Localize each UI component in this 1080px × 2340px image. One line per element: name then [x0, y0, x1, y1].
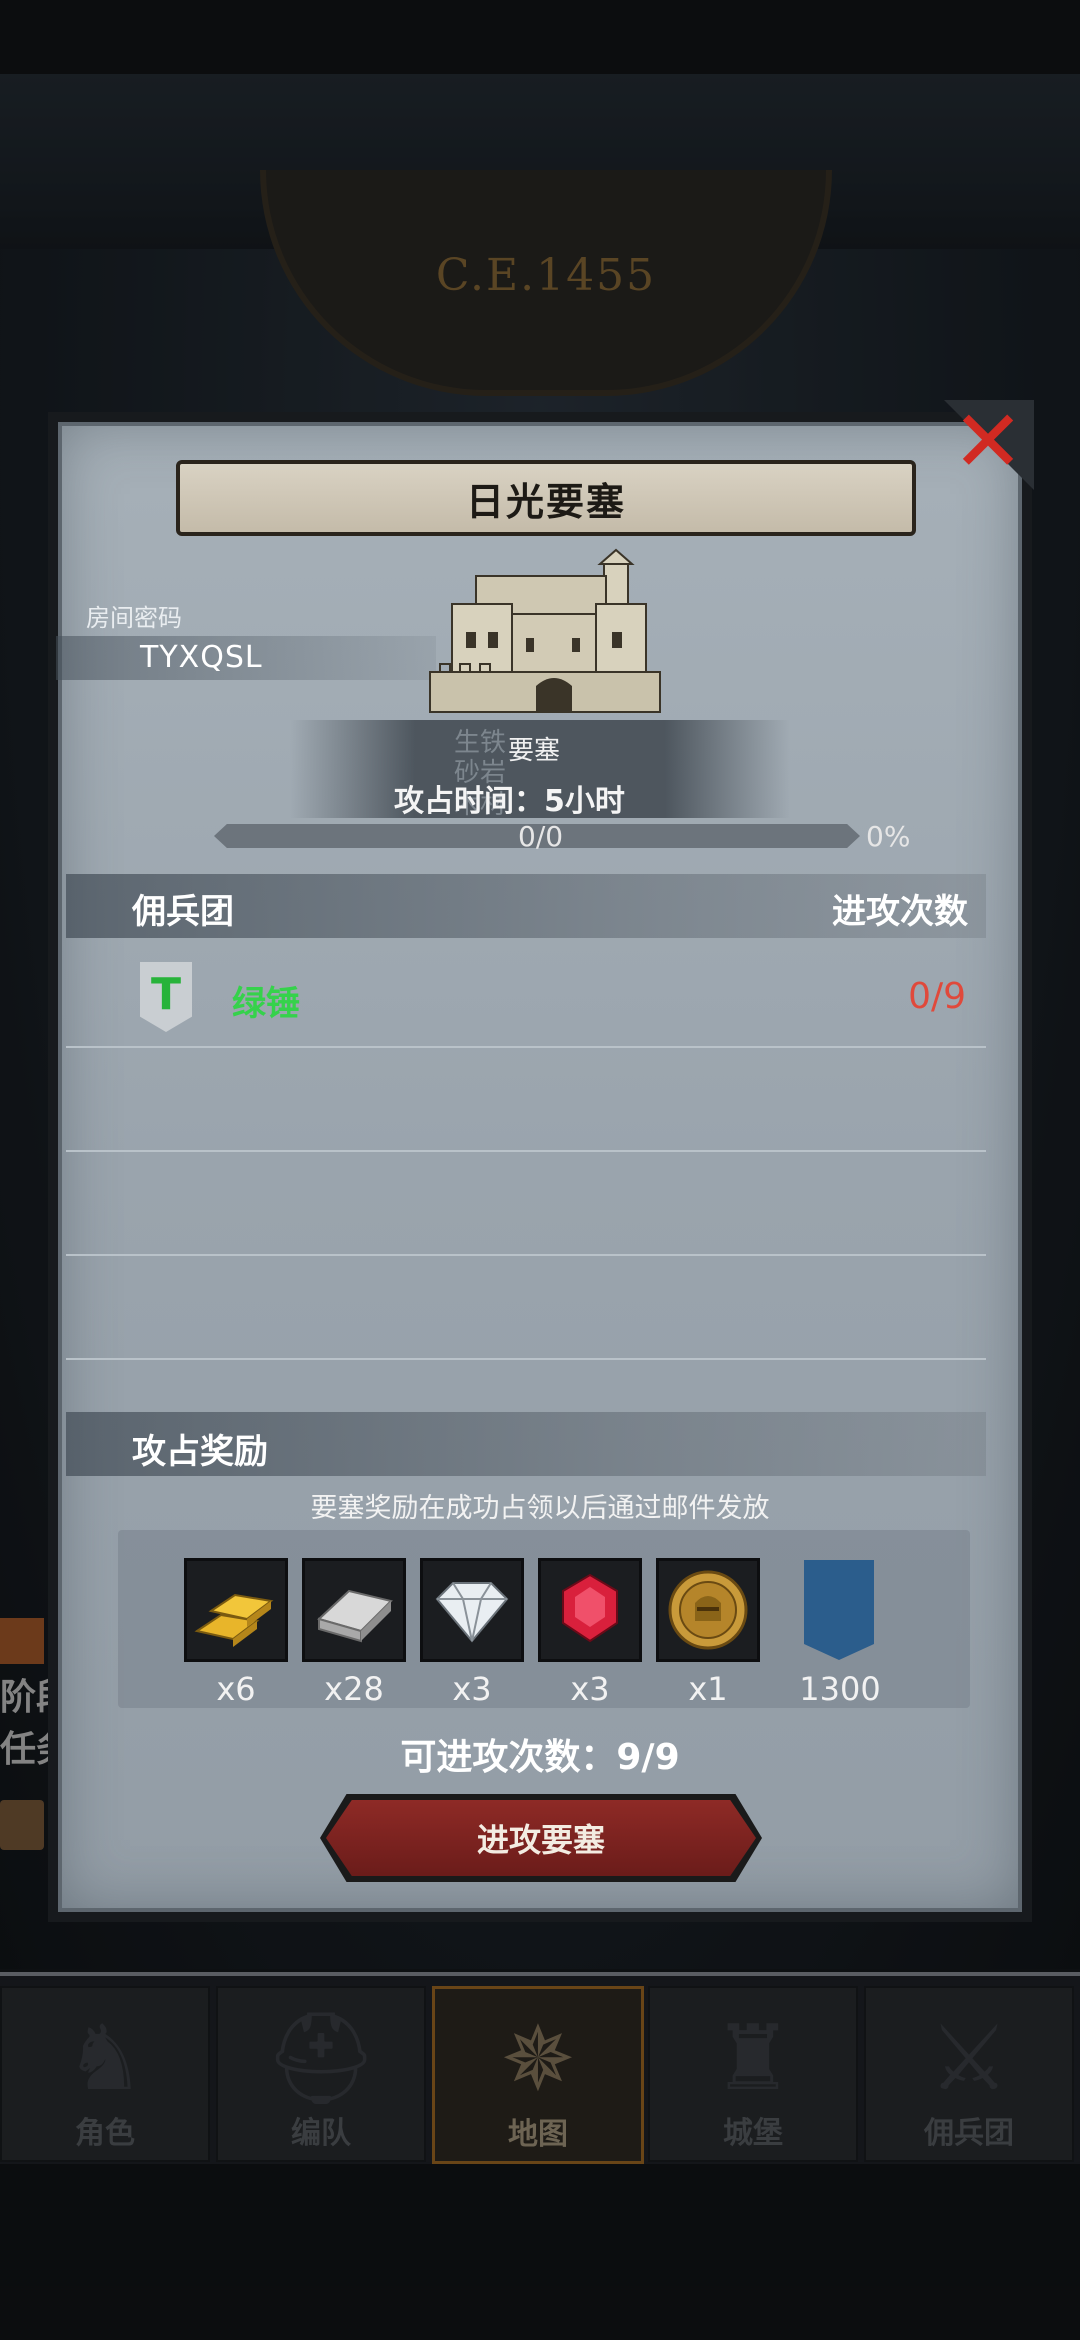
room-code-label: 房间密码 — [86, 604, 182, 632]
reward-qty: x3 — [570, 1670, 610, 1708]
progress-percent: 0% — [866, 820, 911, 853]
fortress-icon — [416, 548, 676, 728]
attack-count-header: 进攻次数 — [832, 892, 968, 932]
attack-fortress-button[interactable]: 进攻要塞 — [326, 1800, 756, 1876]
knight-coin-icon[interactable] — [656, 1558, 760, 1662]
hammer-glyph: T — [150, 969, 181, 1020]
status-bar — [0, 0, 1080, 74]
occupy-time: 攻占时间：5小时 — [394, 784, 625, 819]
row-divider — [66, 1046, 986, 1048]
available-attacks: 可进攻次数：9/9 — [400, 1737, 680, 1778]
close-icon[interactable]: ✕ — [948, 399, 1028, 485]
row-divider — [66, 1254, 986, 1256]
reward-qty: x1 — [688, 1670, 728, 1708]
room-code[interactable]: TYXQSL — [140, 640, 263, 675]
diamond-icon[interactable] — [420, 1558, 524, 1662]
mercenary-name[interactable]: 绿锤 — [232, 976, 300, 1025]
reward-qty: x6 — [216, 1670, 256, 1708]
reward-qty: x28 — [324, 1670, 384, 1708]
attack-button-label: 进攻要塞 — [476, 1821, 605, 1859]
ruby-icon[interactable] — [538, 1558, 642, 1662]
reward-header: 攻占奖励 — [132, 1432, 268, 1472]
mercenary-header: 佣兵团 — [132, 892, 234, 932]
row-divider — [66, 1150, 986, 1152]
gold-bars-icon[interactable] — [184, 1558, 288, 1662]
silver-ingot-icon[interactable] — [302, 1558, 406, 1662]
reward-note: 要塞奖励在成功占领以后通过邮件发放 — [310, 1493, 770, 1524]
fortress-banner-icon[interactable] — [804, 1560, 874, 1660]
reward-qty: 1300 — [799, 1670, 881, 1708]
row-divider — [66, 1358, 986, 1360]
title-banner: 日光要塞 — [176, 460, 916, 536]
progress-text: 0/0 — [518, 820, 564, 853]
reward-qty: x3 — [452, 1670, 492, 1708]
dialog-title: 日光要塞 — [465, 479, 626, 524]
fortress-type-label: 要塞 — [508, 736, 561, 766]
mercenary-attack-count: 0/9 — [908, 976, 966, 1017]
